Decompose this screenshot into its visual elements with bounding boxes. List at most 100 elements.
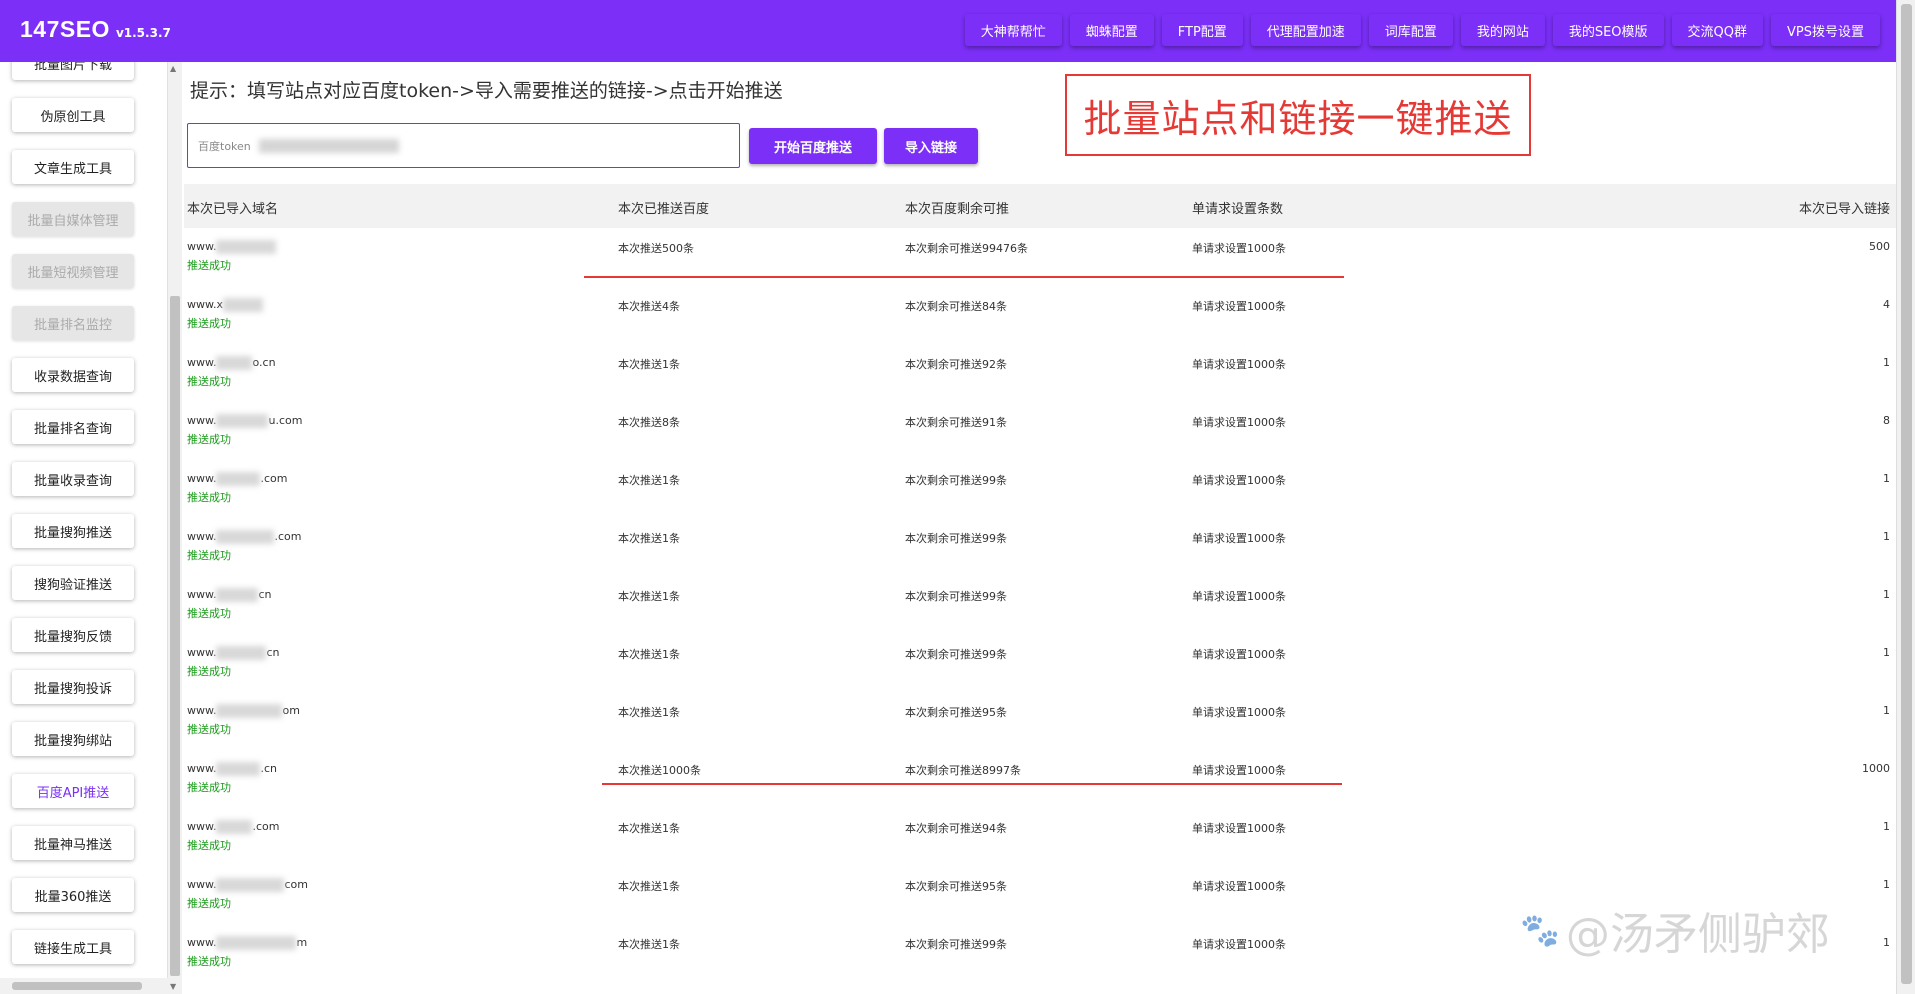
row-pushed: 本次推送1条 bbox=[618, 648, 680, 661]
scroll-up-arrow[interactable]: ▲ bbox=[170, 64, 176, 73]
domain-suffix: o.cn bbox=[252, 356, 276, 369]
domain-prefix: www.x bbox=[187, 298, 223, 311]
domain-prefix: www. bbox=[187, 820, 217, 833]
sidebar-item-7[interactable]: 批量排名查询 bbox=[12, 410, 134, 444]
domain-redacted bbox=[216, 762, 261, 776]
sidebar: 批量图片下载伪原创工具文章生成工具 批量自媒体管理 批量短视频管理 批量排名监控 收录数… bbox=[0, 62, 168, 994]
sidebar-item-10[interactable]: 搜狗验证推送 bbox=[12, 566, 134, 600]
row-per-request: 单请求设置1000条 bbox=[1192, 648, 1286, 661]
row-links: 1 bbox=[1883, 588, 1890, 601]
header-remaining: 本次百度剩余可推 bbox=[905, 202, 1010, 217]
row-status: 推送成功 bbox=[187, 375, 231, 388]
row-remaining: 本次剩余可推送94条 bbox=[905, 822, 1007, 835]
page-scrollbar-thumb[interactable] bbox=[1901, 4, 1912, 984]
row-domain: www. u.com bbox=[187, 414, 302, 428]
table-row: www. om 推送成功 本次推送1条 本次剩余可推送95条 单请求设置1000条 1 bbox=[184, 692, 1896, 750]
nav-button-5[interactable]: 我的网站 bbox=[1460, 14, 1545, 46]
hint-text: 提示：填写站点对应百度token->导入需要推送的链接->点击开始推送 bbox=[190, 80, 783, 102]
row-pushed: 本次推送1条 bbox=[618, 880, 680, 893]
row-per-request: 单请求设置1000条 bbox=[1192, 822, 1286, 835]
row-domain: www. cn bbox=[187, 588, 272, 602]
table-row: www. o.cn 推送成功 本次推送1条 本次剩余可推送92条 单请求设置1000条 1 bbox=[184, 344, 1896, 402]
brand: 147SEO v1.5.3.7 bbox=[20, 16, 171, 43]
domain-redacted bbox=[216, 472, 261, 486]
domain-redacted bbox=[216, 530, 275, 544]
watermark: 🐾 @汤矛侧驴郊 bbox=[1520, 898, 1830, 962]
sidebar-item-4[interactable]: 批量短视频管理 bbox=[12, 254, 134, 288]
sidebar-item-16[interactable]: 批量360推送 bbox=[12, 878, 134, 912]
domain-redacted bbox=[216, 414, 269, 428]
row-remaining: 本次剩余可推送99条 bbox=[905, 474, 1007, 487]
nav-button-4[interactable]: 词库配置 bbox=[1368, 14, 1453, 46]
row-remaining: 本次剩余可推送99条 bbox=[905, 648, 1007, 661]
sidebar-item-17[interactable]: 链接生成工具 bbox=[12, 930, 134, 964]
sidebar-item-11[interactable]: 批量搜狗反馈 bbox=[12, 618, 134, 652]
sidebar-item-12[interactable]: 批量搜狗投诉 bbox=[12, 670, 134, 704]
sidebar-item-3[interactable]: 批量自媒体管理 bbox=[12, 202, 134, 236]
sidebar-scrollbar[interactable]: ▲ ▼ bbox=[168, 62, 182, 994]
paw-icon: 🐾 bbox=[1520, 911, 1560, 949]
row-domain: www. om bbox=[187, 704, 300, 718]
row-status: 推送成功 bbox=[187, 665, 231, 678]
domain-suffix: com bbox=[284, 878, 308, 891]
page-scrollbar[interactable] bbox=[1896, 0, 1915, 994]
row-per-request: 单请求设置1000条 bbox=[1192, 300, 1286, 313]
row-links: 1 bbox=[1883, 530, 1890, 543]
baidu-token-input[interactable]: 百度token bbox=[187, 123, 740, 168]
table-row: www. .cn 推送成功 本次推送1000条 本次剩余可推送8997条 单请求设置100… bbox=[184, 750, 1896, 808]
table-row: www. cn 推送成功 本次推送1条 本次剩余可推送99条 单请求设置1000条 1 bbox=[184, 634, 1896, 692]
domain-redacted bbox=[216, 588, 259, 602]
sidebar-item-13[interactable]: 批量搜狗绑站 bbox=[12, 722, 134, 756]
sidebar-item-0[interactable]: 批量图片下载 bbox=[12, 62, 134, 80]
nav-button-7[interactable]: 交流QQ群 bbox=[1671, 14, 1763, 46]
domain-suffix: .com bbox=[260, 472, 288, 485]
row-status: 推送成功 bbox=[187, 317, 231, 330]
row-remaining: 本次剩余可推送99条 bbox=[905, 938, 1007, 951]
sidebar-item-14[interactable]: 百度API推送 bbox=[12, 774, 134, 808]
scroll-down-arrow[interactable]: ▼ bbox=[170, 982, 176, 991]
row-pushed: 本次推送1条 bbox=[618, 532, 680, 545]
row-links: 1 bbox=[1883, 356, 1890, 369]
table-row: www. .com 推送成功 本次推送1条 本次剩余可推送99条 单请求设置1000条 1 bbox=[184, 460, 1896, 518]
row-per-request: 单请求设置1000条 bbox=[1192, 880, 1286, 893]
nav-button-0[interactable]: 大神帮帮忙 bbox=[964, 14, 1062, 46]
row-domain: www. .com bbox=[187, 820, 279, 834]
sidebar-item-1[interactable]: 伪原创工具 bbox=[12, 98, 134, 132]
row-remaining: 本次剩余可推送99条 bbox=[905, 532, 1007, 545]
nav-button-1[interactable]: 蜘蛛配置 bbox=[1069, 14, 1154, 46]
row-status: 推送成功 bbox=[187, 549, 231, 562]
domain-redacted bbox=[223, 298, 263, 312]
nav-button-2[interactable]: FTP配置 bbox=[1161, 14, 1243, 46]
row-domain: www. .com bbox=[187, 530, 301, 544]
sidebar-item-9[interactable]: 批量搜狗推送 bbox=[12, 514, 134, 548]
nav-button-8[interactable]: VPS拨号设置 bbox=[1771, 14, 1880, 46]
row-per-request: 单请求设置1000条 bbox=[1192, 590, 1286, 603]
row-per-request: 单请求设置1000条 bbox=[1192, 358, 1286, 371]
row-domain: www.x bbox=[187, 298, 263, 312]
row-remaining: 本次剩余可推送95条 bbox=[905, 880, 1007, 893]
sidebar-hscrollbar[interactable] bbox=[0, 978, 168, 994]
domain-redacted bbox=[216, 240, 277, 254]
domain-suffix: om bbox=[282, 704, 300, 717]
row-remaining: 本次剩余可推送84条 bbox=[905, 300, 1007, 313]
nav-button-3[interactable]: 代理配置加速 bbox=[1250, 14, 1361, 46]
sidebar-item-8[interactable]: 批量收录查询 bbox=[12, 462, 134, 496]
start-baidu-push-button[interactable]: 开始百度推送 bbox=[749, 128, 877, 164]
nav-button-6[interactable]: 我的SEO模版 bbox=[1552, 14, 1664, 46]
sidebar-scrollbar-thumb[interactable] bbox=[170, 296, 180, 976]
main-panel: 提示：填写站点对应百度token->导入需要推送的链接->点击开始推送 百度to… bbox=[184, 62, 1896, 994]
row-pushed: 本次推送1条 bbox=[618, 938, 680, 951]
row-domain: www. bbox=[187, 240, 277, 254]
sidebar-item-2[interactable]: 文章生成工具 bbox=[12, 150, 134, 184]
sidebar-item-15[interactable]: 批量神马推送 bbox=[12, 826, 134, 860]
row-status: 推送成功 bbox=[187, 491, 231, 504]
import-links-button[interactable]: 导入链接 bbox=[884, 128, 978, 164]
row-pushed: 本次推送1000条 bbox=[618, 764, 701, 777]
sidebar-item-5[interactable]: 批量排名监控 bbox=[12, 306, 134, 340]
domain-redacted bbox=[216, 820, 253, 834]
sidebar-hscrollbar-thumb[interactable] bbox=[12, 982, 142, 990]
row-pushed: 本次推送1条 bbox=[618, 358, 680, 371]
red-underline-2 bbox=[602, 783, 1342, 785]
sidebar-item-6[interactable]: 收录数据查询 bbox=[12, 358, 134, 392]
domain-suffix: .cn bbox=[260, 762, 278, 775]
